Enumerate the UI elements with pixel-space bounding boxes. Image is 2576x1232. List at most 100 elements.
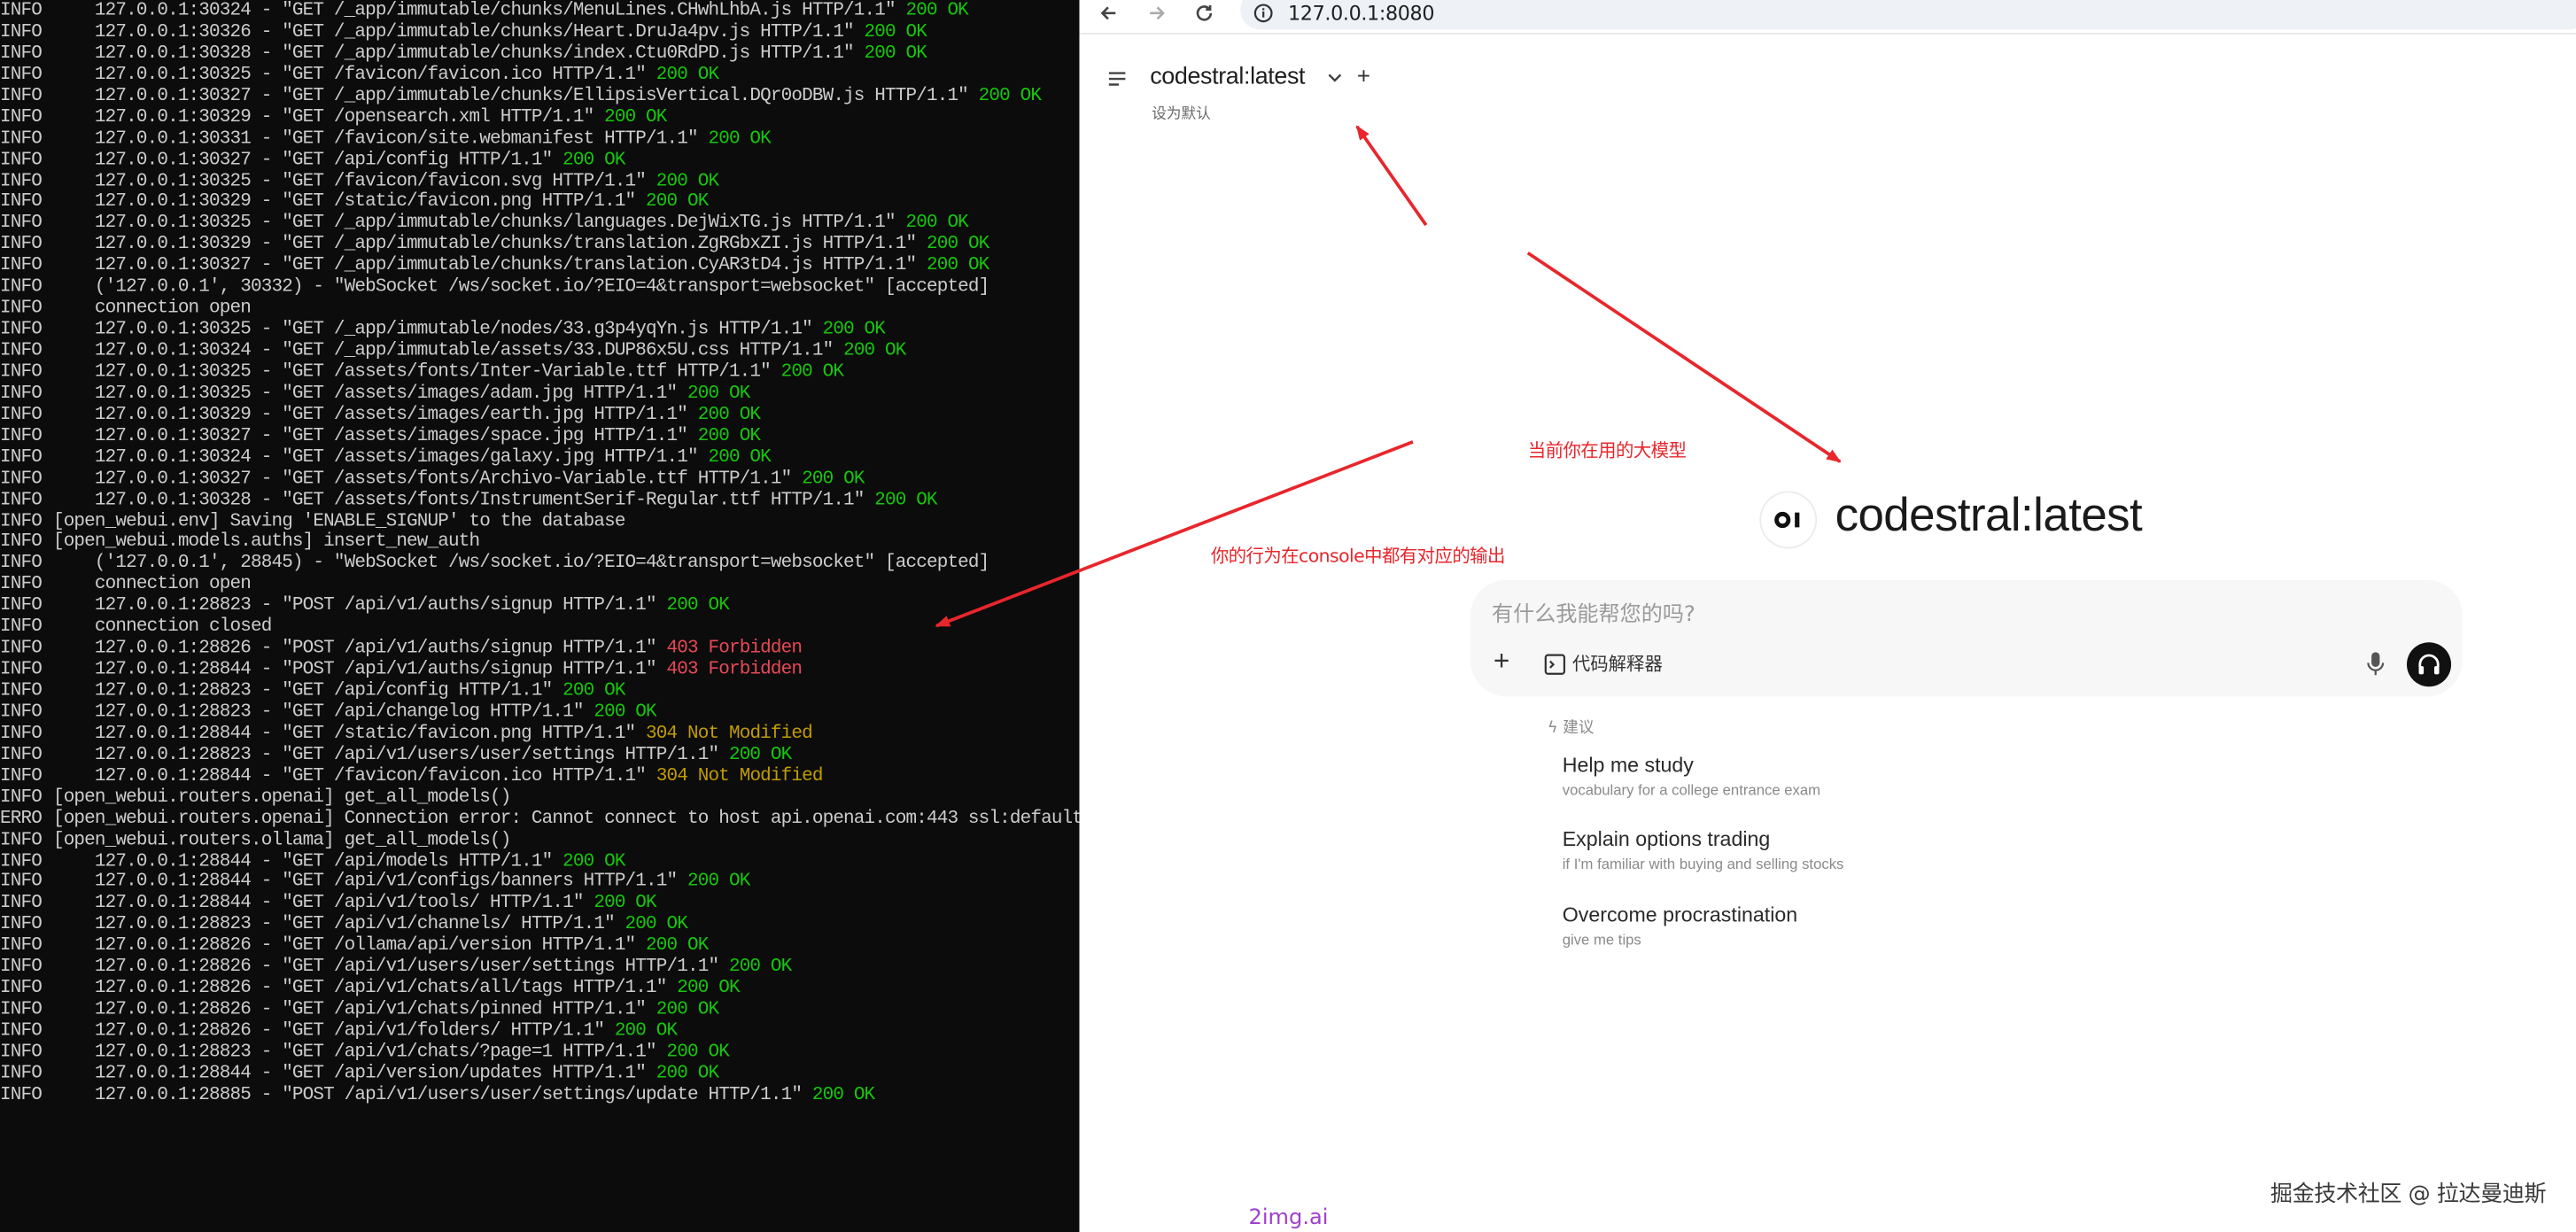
log-text: 127.0.0.1:30329 - "GET /assets/images/ea…: [43, 405, 698, 426]
log-status: 304 Not Modified: [646, 724, 813, 744]
log-level: INFO:: [0, 1021, 43, 1042]
watermark-juejin: 掘金技术社区 @ 拉达曼迪斯: [2270, 1181, 2547, 1208]
log-level: INFO:: [0, 1085, 43, 1105]
suggestions-header: ϟ 建议: [1548, 715, 1594, 738]
log-line: INFO: 127.0.0.1:30327 - "GET /assets/fon…: [0, 469, 1079, 491]
log-level: INFO:: [0, 235, 43, 256]
log-status: 200 OK: [697, 426, 761, 447]
log-text: 127.0.0.1:30327 - "GET /api/config HTTP/…: [43, 150, 563, 171]
suggestions-header-label: 建议: [1563, 719, 1594, 738]
log-status: 200 OK: [563, 851, 625, 872]
log-status: 200 OK: [563, 150, 625, 171]
log-line: INFO: 127.0.0.1:30325 - "GET /favicon/fa…: [0, 172, 1079, 193]
log-text: 127.0.0.1:28844 - "GET /api/version/upda…: [43, 1064, 656, 1084]
log-status: 200 OK: [708, 447, 771, 469]
back-button[interactable]: [1090, 0, 1127, 29]
log-line: INFO [open_webui.models.auths] insert_ne…: [0, 533, 1079, 554]
log-line: INFO: 127.0.0.1:28844 - "GET /favicon/fa…: [0, 767, 1079, 788]
suggestion-title: Explain options trading: [1562, 827, 1771, 851]
log-line: INFO: 127.0.0.1:30325 - "GET /favicon/fa…: [0, 66, 1079, 87]
log-level: INFO:: [0, 915, 43, 935]
headphones-icon: [2418, 654, 2440, 675]
site-info-icon[interactable]: [1253, 4, 1273, 23]
log-line: INFO: 127.0.0.1:30327 - "GET /assets/ima…: [0, 427, 1079, 448]
log-status: 200 OK: [666, 596, 730, 616]
log-line: INFO: 127.0.0.1:28844 - "POST /api/v1/au…: [0, 661, 1079, 682]
suggestion-item[interactable]: Explain options trading if I'm familiar …: [1563, 828, 1844, 872]
microphone-icon[interactable]: [2366, 650, 2386, 677]
reload-icon: [1196, 4, 1213, 21]
menu-icon[interactable]: [1107, 69, 1127, 89]
log-text: ('127.0.0.1', 30332) - "WebSocket /ws/so…: [43, 277, 989, 298]
log-level: INFO:: [0, 1000, 43, 1020]
log-line: INFO: 127.0.0.1:30328 - "GET /_app/immut…: [0, 44, 1079, 66]
suggestion-item[interactable]: Help me study vocabulary for a college e…: [1563, 754, 1820, 798]
log-text: 127.0.0.1:28826 - "GET /api/v1/users/use…: [43, 957, 729, 978]
log-level: INFO:: [0, 596, 43, 616]
log-status: 200 OK: [697, 405, 761, 426]
log-line: INFO [open_webui.routers.ollama] get_all…: [0, 831, 1079, 852]
add-model-button[interactable]: +: [1357, 62, 1370, 89]
log-text: 127.0.0.1:30327 - "GET /assets/fonts/Arc…: [43, 469, 803, 490]
log-status: 200 OK: [874, 490, 937, 511]
openwebui-logo-icon: [1774, 511, 1800, 529]
log-level: INFO:: [0, 469, 43, 490]
set-default-link[interactable]: 设为默认: [1152, 102, 1211, 124]
log-status: 200 OK: [687, 872, 750, 893]
browser-window: 127.0.0.1:8080 codestral:latest + 设为默认 c…: [1079, 0, 2576, 1232]
log-line: INFO: 127.0.0.1:30327 - "GET /_app/immut…: [0, 257, 1079, 278]
log-status: 200 OK: [864, 22, 927, 43]
log-level: INFO: [0, 830, 43, 850]
screenshot-stage: INFO: 127.0.0.1:30324 - "GET /_app/immut…: [0, 0, 2576, 1232]
address-bar[interactable]: 127.0.0.1:8080: [1240, 0, 2576, 30]
voice-mode-button[interactable]: [2406, 642, 2452, 687]
log-text: 127.0.0.1:30325 - "GET /_app/immutable/n…: [43, 320, 823, 341]
log-status: 200 OK: [708, 128, 771, 150]
log-level: INFO:: [0, 405, 43, 426]
terminal-console[interactable]: INFO: 127.0.0.1:30324 - "GET /_app/immut…: [0, 0, 1080, 1232]
url-text[interactable]: 127.0.0.1:8080: [1288, 2, 1435, 25]
log-level: INFO:: [0, 298, 43, 320]
log-level: INFO:: [0, 43, 43, 65]
log-level: INFO: [0, 511, 43, 531]
log-line: INFO: 127.0.0.1:28844 - "GET /static/fav…: [0, 724, 1079, 746]
log-line: ERROR [open_webui.routers.openai] Connec…: [0, 810, 1079, 831]
log-status: 200 OK: [656, 171, 719, 192]
log-text: 127.0.0.1:28823 - "GET /api/v1/users/use…: [43, 745, 729, 765]
log-status: 200 OK: [811, 1085, 875, 1105]
attach-plus-button[interactable]: +: [1494, 647, 1509, 676]
log-line: INFO: connection open: [0, 576, 1079, 597]
log-status: 200 OK: [646, 936, 709, 957]
suggestion-subtitle: give me tips: [1562, 931, 1641, 949]
arrow-left-icon: [1100, 6, 1116, 20]
log-level: INFO:: [0, 979, 43, 999]
suggestion-item[interactable]: Overcome procrastination give me tips: [1563, 903, 1797, 948]
log-line: INFO: 127.0.0.1:28826 - "GET /api/v1/cha…: [0, 980, 1079, 1001]
log-line: INFO: 127.0.0.1:30325 - "GET /_app/immut…: [0, 321, 1079, 342]
log-level: INFO:: [0, 575, 43, 595]
annotation-current-model: 当前你在用的大模型: [1527, 440, 1687, 462]
log-status: 200 OK: [594, 894, 656, 914]
log-status: 200 OK: [978, 86, 1042, 107]
log-line: INFO: 127.0.0.1:28844 - "GET /api/v1/con…: [0, 873, 1079, 895]
log-level: INFO:: [0, 426, 43, 447]
log-level: INFO:: [0, 65, 43, 86]
log-line: INFO: 127.0.0.1:28823 - "GET /api/change…: [0, 703, 1079, 724]
log-level: INFO:: [0, 872, 43, 893]
log-text: 127.0.0.1:28823 - "GET /api/v1/chats/?pa…: [43, 1042, 667, 1063]
log-level: INFO:: [0, 851, 43, 872]
log-text: 127.0.0.1:30325 - "GET /favicon/favicon.…: [43, 65, 656, 86]
reload-button[interactable]: [1186, 0, 1222, 29]
log-text: [open_webui.models.auths] insert_new_aut…: [43, 532, 480, 553]
chevron-down-icon[interactable]: [1328, 73, 1343, 84]
log-level: INFO:: [0, 702, 43, 723]
log-level: INFO:: [0, 171, 43, 192]
log-level: INFO:: [0, 617, 43, 638]
code-interpreter-button[interactable]: 代码解释器: [1544, 650, 1663, 677]
log-text: [open_webui.env] Saving 'ENABLE_SIGNUP' …: [43, 511, 625, 531]
chat-input[interactable]: [1491, 599, 2314, 630]
log-line: INFO: 127.0.0.1:30329 - "GET /static/fav…: [0, 193, 1079, 214]
model-selector[interactable]: codestral:latest: [1150, 64, 1305, 90]
forward-button[interactable]: [1138, 0, 1175, 29]
log-line: INFO: 127.0.0.1:30329 - "GET /assets/ima…: [0, 406, 1079, 427]
